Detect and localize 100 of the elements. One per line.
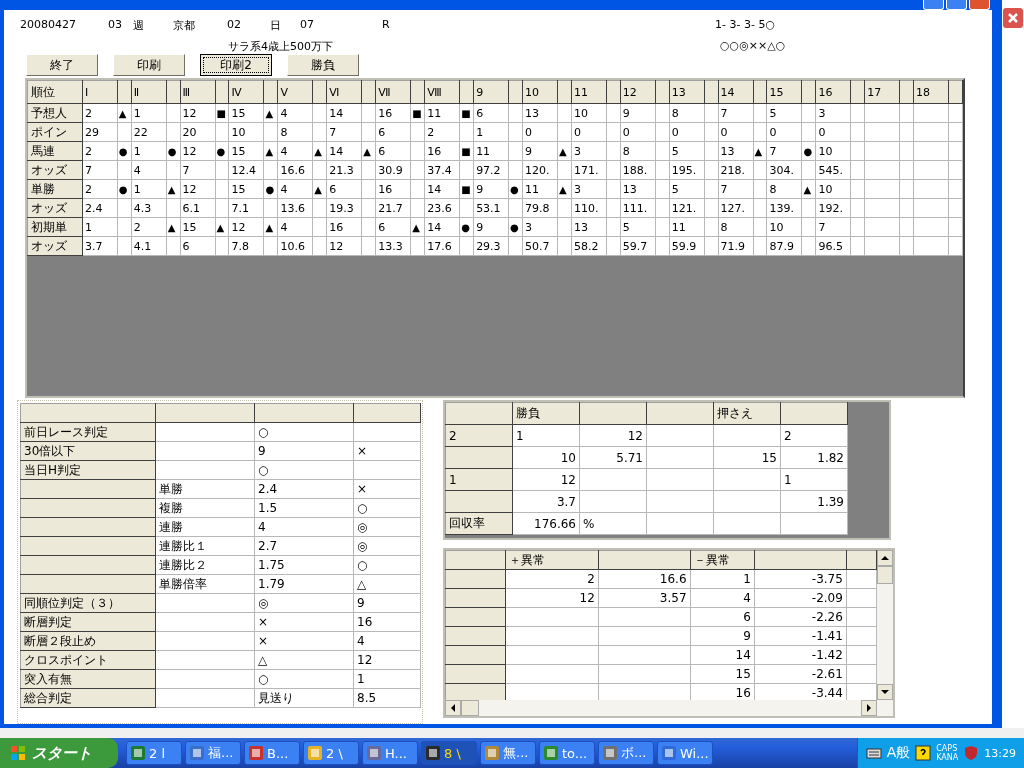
help-icon[interactable] bbox=[915, 745, 932, 761]
table-cell: 11 bbox=[525, 182, 540, 196]
taskbar-button[interactable]: B... bbox=[244, 741, 300, 765]
table-cell: 16.6 bbox=[280, 163, 305, 177]
app-icon bbox=[366, 745, 382, 761]
table-cell: 単勝 bbox=[159, 481, 183, 496]
table-cell: × bbox=[258, 615, 269, 629]
keyboard-icon[interactable] bbox=[865, 745, 882, 761]
table-cell: 5 bbox=[622, 220, 630, 234]
table-cell: 59.7 bbox=[622, 239, 648, 253]
mark-symbol: ▲ bbox=[265, 107, 274, 119]
table-cell: -3.75 bbox=[811, 572, 843, 586]
column-header: 18 bbox=[913, 80, 949, 104]
ime-mode[interactable]: A般 bbox=[886, 744, 911, 762]
day-label: 日 bbox=[270, 18, 282, 32]
table-cell: 13 bbox=[622, 182, 637, 196]
taskbar-button[interactable]: 2 l bbox=[126, 741, 182, 765]
table-cell: 96.5 bbox=[818, 239, 843, 253]
taskbar-button[interactable]: 福... bbox=[185, 741, 241, 765]
table-cell: ○ bbox=[258, 463, 269, 477]
table-cell: 15 bbox=[182, 220, 197, 234]
toolbar-button[interactable]: 印刷2 bbox=[200, 54, 272, 76]
scroll-left-icon[interactable] bbox=[445, 700, 461, 716]
column-header: Ⅵ bbox=[326, 80, 362, 104]
table-cell: 0 bbox=[671, 125, 679, 139]
taskbar-button[interactable]: to... bbox=[539, 741, 595, 765]
taskbar-button[interactable]: 8 \ bbox=[421, 741, 477, 765]
mark-symbol: ● bbox=[461, 221, 470, 233]
table-cell: 1 bbox=[133, 106, 141, 120]
column-header: 9 bbox=[473, 80, 509, 104]
table-cell: 171. bbox=[573, 163, 599, 177]
table-cell: 16 bbox=[735, 686, 751, 700]
table-cell: 6.1 bbox=[182, 201, 201, 215]
table-cell: 12 bbox=[231, 220, 246, 234]
table-cell: 0 bbox=[525, 125, 533, 139]
kana-indicator: KANA bbox=[936, 753, 959, 762]
table-cell: 4 bbox=[133, 163, 141, 177]
table-cell: 58.2 bbox=[573, 239, 599, 253]
scroll-thumb[interactable] bbox=[461, 700, 479, 716]
table-cell: 8 bbox=[671, 106, 679, 120]
table-cell: 連勝比２ bbox=[159, 557, 207, 572]
table-cell: 4 bbox=[280, 144, 288, 158]
taskbar-button[interactable]: H... bbox=[362, 741, 418, 765]
table-cell: 8 bbox=[280, 125, 288, 139]
table-cell: 2 bbox=[427, 125, 435, 139]
race-number: 07 bbox=[300, 18, 315, 32]
table-cell: 127. bbox=[720, 201, 746, 215]
mark-symbol: ■ bbox=[412, 107, 422, 119]
table-cell: 連勝比１ bbox=[159, 538, 207, 553]
table-cell: -3.44 bbox=[811, 686, 843, 700]
table-cell: 2 bbox=[133, 220, 141, 234]
table-cell: 21.3 bbox=[329, 163, 354, 177]
maximize-icon[interactable] bbox=[946, 0, 967, 10]
toolbar-button[interactable]: 終了 bbox=[26, 54, 98, 76]
table-cell: 188. bbox=[622, 163, 648, 177]
table-cell: 59.9 bbox=[671, 239, 697, 253]
vertical-scrollbar[interactable] bbox=[877, 550, 893, 700]
table-cell: 7 bbox=[818, 220, 826, 234]
column-header: 勝負 bbox=[516, 406, 540, 420]
mark-symbol: ● bbox=[118, 183, 128, 195]
table-cell: 53.1 bbox=[476, 201, 501, 215]
table-cell: 2 bbox=[84, 182, 92, 196]
mark-symbol: ■ bbox=[461, 183, 471, 195]
shield-icon[interactable] bbox=[963, 745, 980, 761]
table-cell: 15 bbox=[735, 667, 751, 681]
table-cell: 97.2 bbox=[476, 163, 501, 177]
toolbar-button[interactable]: 印刷 bbox=[113, 54, 185, 76]
minimize-icon[interactable] bbox=[923, 0, 944, 10]
row-header: 総合判定 bbox=[24, 690, 72, 705]
taskbar-button[interactable]: Wi... bbox=[657, 741, 713, 765]
table-cell: 50.7 bbox=[525, 239, 550, 253]
table-cell: 1.79 bbox=[258, 577, 285, 591]
table-cell: 16 bbox=[329, 220, 344, 234]
taskbar-button[interactable]: ボ... bbox=[598, 741, 654, 765]
table-cell: -1.41 bbox=[811, 629, 843, 643]
taskbar-button[interactable]: 2 \ bbox=[303, 741, 359, 765]
table-cell: 5 bbox=[671, 182, 679, 196]
taskbar-button[interactable]: 無... bbox=[480, 741, 536, 765]
mark-symbol: ▲ bbox=[265, 145, 274, 157]
table-cell: 9 bbox=[525, 144, 533, 158]
table-cell: 9 bbox=[476, 182, 484, 196]
table-cell: 3 bbox=[818, 106, 826, 120]
table-cell: 1.75 bbox=[258, 558, 285, 572]
table-cell: 16 bbox=[378, 182, 393, 196]
scroll-down-icon[interactable] bbox=[877, 684, 893, 700]
app-icon bbox=[543, 745, 559, 761]
start-button[interactable]: スタート bbox=[0, 738, 118, 768]
toolbar-button[interactable]: 勝負 bbox=[287, 54, 359, 76]
scroll-thumb[interactable] bbox=[877, 566, 893, 584]
header-cell: 順位 bbox=[27, 80, 83, 104]
table-cell: 1 bbox=[784, 472, 792, 487]
scroll-right-icon[interactable] bbox=[861, 700, 877, 716]
app-icon bbox=[602, 745, 618, 761]
table-cell: 14 bbox=[329, 106, 344, 120]
table-cell: 87.9 bbox=[769, 239, 794, 253]
close-icon[interactable] bbox=[969, 0, 990, 10]
scroll-up-icon[interactable] bbox=[877, 550, 893, 566]
table-cell: 16 bbox=[427, 144, 442, 158]
close-icon[interactable] bbox=[1003, 8, 1023, 28]
table-cell: 0 bbox=[622, 125, 630, 139]
